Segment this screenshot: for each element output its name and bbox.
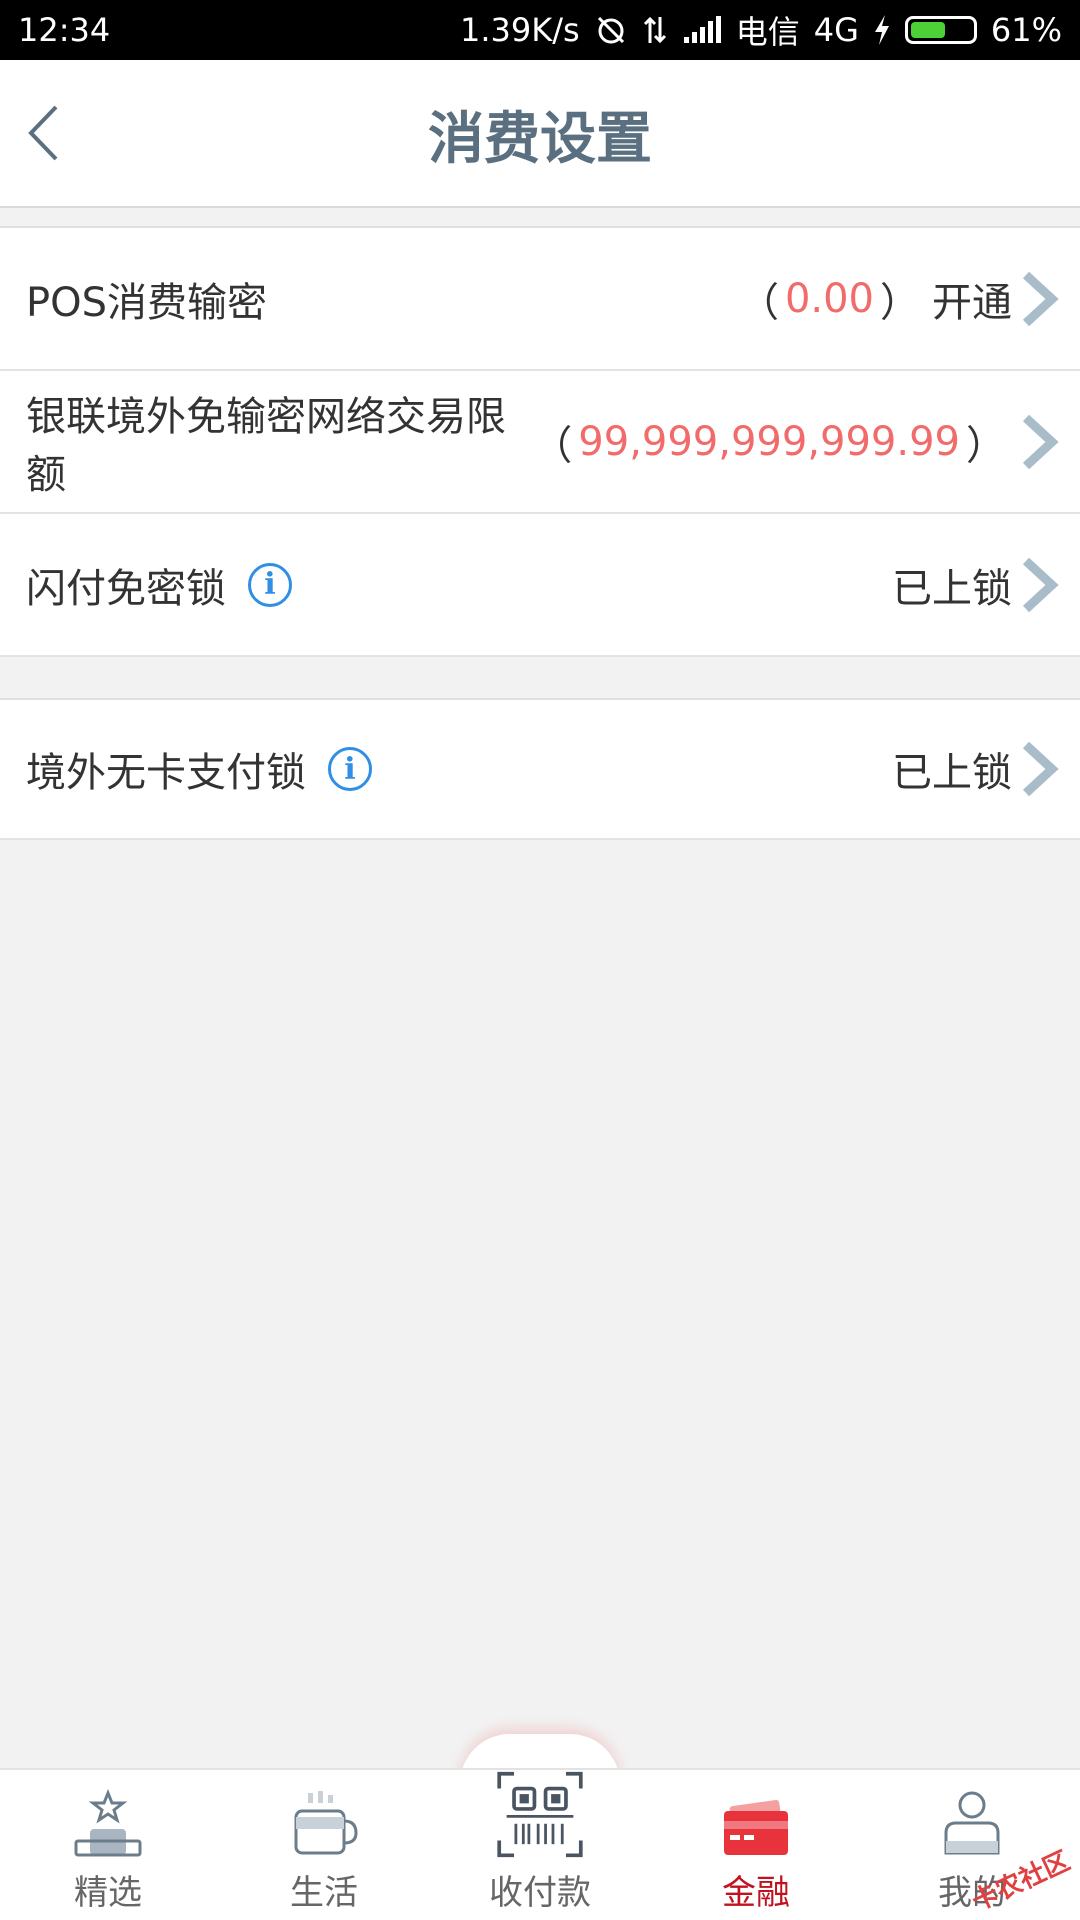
tab-finance[interactable]: 金融 bbox=[648, 1770, 864, 1920]
user-icon bbox=[944, 1791, 1000, 1855]
row-label: POS消费输密 bbox=[26, 279, 267, 326]
info-icon[interactable]: i bbox=[248, 562, 292, 607]
tab-label: 金融 bbox=[722, 1873, 790, 1913]
tab-featured[interactable]: 精选 bbox=[0, 1770, 216, 1920]
scan-qr-icon bbox=[497, 1771, 583, 1858]
back-button[interactable] bbox=[18, 98, 68, 168]
unionpay-overseas-limit-row[interactable]: 银联境外免输密网络交易限额 （ 99,999,999,999.99 ） bbox=[0, 371, 1080, 514]
info-icon[interactable]: i bbox=[328, 747, 372, 791]
cup-icon bbox=[294, 1791, 358, 1855]
charging-icon bbox=[873, 14, 891, 46]
row-label: 闪付免密锁 bbox=[26, 565, 226, 612]
settings-group-1: POS消费输密 （ 0.00 ） 开通 银联境外免输密网络交易限额 （ 99,9… bbox=[0, 226, 1080, 657]
status-right: 1.39K/s 电信 4G 61% bbox=[460, 7, 1062, 53]
overseas-cardless-lock-row[interactable]: 境外无卡支付锁 i 已上锁 bbox=[0, 700, 1080, 840]
tab-label: 精选 bbox=[74, 1873, 142, 1913]
battery-percent: 61% bbox=[990, 11, 1062, 49]
settings-group-2: 境外无卡支付锁 i 已上锁 bbox=[0, 698, 1080, 840]
quickpass-lock-row[interactable]: 闪付免密锁 i 已上锁 bbox=[0, 514, 1080, 657]
chevron-right-icon bbox=[1022, 414, 1059, 469]
status-bar: 12:34 1.39K/s 电信 4G 61% bbox=[0, 0, 1080, 60]
row-value: （ 0.00 ） 开通 bbox=[733, 269, 1060, 329]
row-value: 已上锁 bbox=[886, 555, 1060, 615]
amount-value: 0.00 bbox=[784, 275, 874, 322]
alarm-off-icon bbox=[594, 13, 628, 47]
chevron-right-icon bbox=[1022, 557, 1059, 612]
row-value: （ 99,999,999,999.99 ） bbox=[526, 412, 1060, 472]
row-label-wrap: 闪付免密锁 i bbox=[26, 556, 292, 614]
paren-open: （ bbox=[532, 422, 573, 469]
network-label: 4G bbox=[813, 11, 859, 49]
pos-password-row[interactable]: POS消费输密 （ 0.00 ） 开通 bbox=[0, 228, 1080, 371]
bottom-tab-bar: 精选 生活 收付款 金融 我的 卡农社区 bbox=[0, 1768, 1080, 1920]
net-speed: 1.39K/s bbox=[460, 11, 580, 49]
data-transfer-icon bbox=[642, 13, 668, 47]
chevron-left-icon bbox=[28, 105, 58, 161]
paren-close: ） bbox=[880, 279, 920, 326]
chevron-right-icon bbox=[1022, 741, 1059, 797]
card-icon bbox=[724, 1799, 788, 1855]
status-time: 12:34 bbox=[18, 11, 111, 49]
tab-scan-pay[interactable]: 收付款 bbox=[432, 1770, 648, 1920]
paren-open: （ bbox=[738, 279, 779, 326]
paren-close: ） bbox=[966, 422, 1006, 469]
signal-icon bbox=[682, 15, 722, 45]
row-value: 已上锁 bbox=[886, 739, 1060, 799]
header-bar: 消费设置 bbox=[0, 60, 1080, 208]
battery-icon bbox=[904, 16, 977, 44]
tab-life[interactable]: 生活 bbox=[216, 1770, 432, 1920]
amount-value: 99,999,999,999.99 bbox=[578, 418, 960, 465]
star-podium-icon bbox=[74, 1789, 142, 1857]
row-label: 银联境外免输密网络交易限额 bbox=[26, 393, 506, 498]
carrier-label: 电信 bbox=[735, 13, 800, 51]
page-title: 消费设置 bbox=[428, 106, 652, 172]
tab-label: 收付款 bbox=[489, 1873, 591, 1913]
status-text: 已上锁 bbox=[892, 750, 1012, 796]
row-label-wrap: 境外无卡支付锁 i bbox=[26, 740, 372, 798]
tab-label: 生活 bbox=[290, 1873, 358, 1913]
status-text: 已上锁 bbox=[892, 565, 1012, 612]
chevron-right-icon bbox=[1022, 271, 1059, 326]
status-text: 开通 bbox=[932, 279, 1012, 326]
row-label: 境外无卡支付锁 bbox=[26, 750, 306, 796]
battery-fill bbox=[910, 22, 946, 38]
